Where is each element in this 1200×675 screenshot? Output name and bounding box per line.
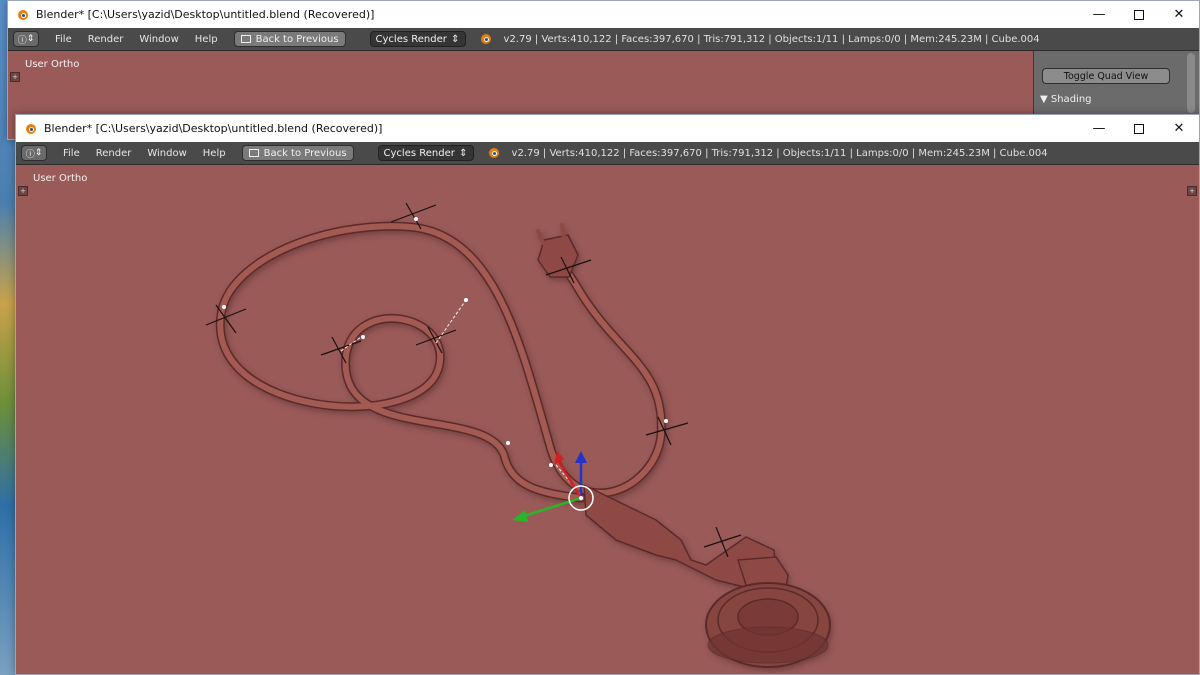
minimize-icon[interactable]: — bbox=[1079, 1, 1119, 28]
close-icon[interactable]: ✕ bbox=[1159, 115, 1199, 142]
render-engine-select[interactable]: Cycles Render ⇕ bbox=[369, 31, 466, 47]
menu-render[interactable]: Render bbox=[96, 148, 132, 159]
toggle-quad-view-button[interactable]: Toggle Quad View bbox=[1042, 68, 1170, 84]
back-label: Back to Previous bbox=[255, 33, 339, 45]
screen-icon bbox=[248, 149, 259, 157]
gizmo-y-arrow-icon[interactable] bbox=[512, 510, 528, 522]
close-icon[interactable]: ✕ bbox=[1159, 1, 1199, 28]
title-bar[interactable]: Blender* [C:\Users\yazid\Desktop\untitle… bbox=[8, 1, 1199, 28]
gizmo-z-arrow-icon[interactable] bbox=[575, 451, 587, 463]
render-engine-select[interactable]: Cycles Render ⇕ bbox=[377, 145, 474, 161]
window-title: Blender* [C:\Users\yazid\Desktop\untitle… bbox=[44, 122, 383, 135]
editor-type-button[interactable]: ⓘ ⇕ bbox=[13, 31, 39, 47]
plug-mesh bbox=[536, 223, 579, 278]
blender-window-front[interactable]: Blender* [C:\Users\yazid\Desktop\untitle… bbox=[15, 114, 1200, 675]
back-to-previous-button[interactable]: Back to Previous bbox=[241, 145, 354, 161]
updown-arrows-icon: ⇕ bbox=[34, 148, 43, 158]
editor-type-button[interactable]: ⓘ ⇕ bbox=[21, 145, 47, 161]
menu-window[interactable]: Window bbox=[139, 34, 178, 45]
menu-help[interactable]: Help bbox=[195, 34, 218, 45]
shading-panel-header[interactable]: ▼ Shading bbox=[1040, 94, 1174, 105]
info-header: ⓘ ⇕ File Render Window Help Back to Previ… bbox=[8, 28, 1199, 51]
info-header: ⓘ ⇕ File Render Window Help Back to Previ… bbox=[16, 142, 1199, 165]
updown-arrows-icon: ⇕ bbox=[459, 147, 468, 159]
region-toggle-icon[interactable]: + bbox=[10, 72, 20, 82]
menu-file[interactable]: File bbox=[63, 148, 80, 159]
lamp-directions bbox=[340, 299, 582, 496]
gizmo-y-axis[interactable] bbox=[520, 496, 582, 519]
menu-help[interactable]: Help bbox=[203, 148, 226, 159]
model-render[interactable] bbox=[16, 165, 1199, 674]
maximize-icon[interactable] bbox=[1119, 115, 1159, 142]
blender-logo-icon bbox=[16, 8, 30, 22]
screen-icon bbox=[240, 35, 251, 43]
view-label: User Ortho bbox=[25, 59, 80, 70]
scene-stats: v2.79 | Verts:410,122 | Faces:397,670 | … bbox=[503, 33, 1040, 45]
back-label: Back to Previous bbox=[263, 147, 347, 159]
window-title: Blender* [C:\Users\yazid\Desktop\untitle… bbox=[36, 8, 375, 21]
updown-arrows-icon: ⇕ bbox=[26, 34, 35, 44]
gizmo-origin bbox=[579, 496, 583, 500]
panel-scrollbar[interactable] bbox=[1187, 53, 1195, 113]
maximize-icon[interactable] bbox=[1119, 1, 1159, 28]
blender-logo-icon bbox=[24, 122, 38, 136]
scene-stats: v2.79 | Verts:410,122 | Faces:397,670 | … bbox=[511, 147, 1048, 159]
info-icon: ⓘ bbox=[25, 149, 35, 160]
updown-arrows-icon: ⇕ bbox=[451, 33, 460, 45]
render-engine-value: Cycles Render bbox=[375, 33, 447, 45]
title-bar[interactable]: Blender* [C:\Users\yazid\Desktop\untitle… bbox=[16, 115, 1199, 142]
menu-render[interactable]: Render bbox=[88, 34, 124, 45]
menu-window[interactable]: Window bbox=[147, 148, 186, 159]
shading-label: Shading bbox=[1050, 94, 1092, 105]
info-icon: ⓘ bbox=[17, 35, 27, 46]
blender-logo-icon bbox=[480, 33, 494, 45]
3d-viewport[interactable]: User Ortho + + bbox=[16, 165, 1199, 674]
menu-file[interactable]: File bbox=[55, 34, 72, 45]
back-to-previous-button[interactable]: Back to Previous bbox=[233, 31, 346, 47]
minimize-icon[interactable]: — bbox=[1079, 115, 1119, 142]
render-engine-value: Cycles Render bbox=[383, 147, 455, 159]
blender-logo-icon bbox=[488, 147, 502, 159]
grinder-mesh bbox=[583, 484, 831, 668]
